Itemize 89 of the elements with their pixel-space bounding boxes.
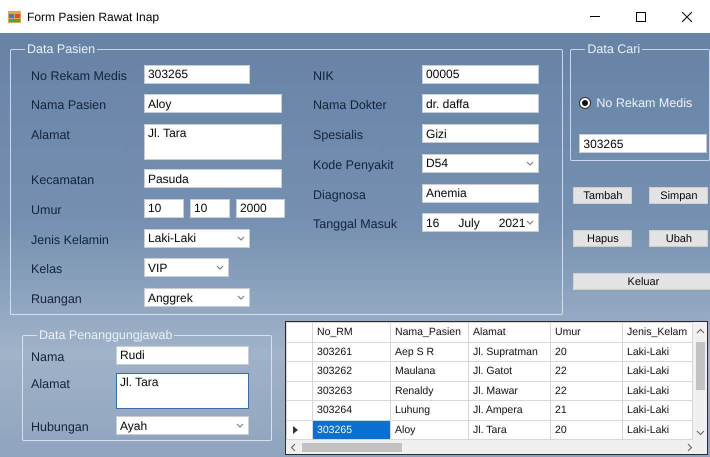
text-area[interactable]: Jl. Tara (144, 124, 282, 160)
column-header: Umur (550, 322, 622, 342)
scroll-thumb[interactable] (696, 342, 704, 390)
table-cell: Jl. Ampera (468, 400, 550, 420)
search-field[interactable]: 303265 (579, 134, 708, 154)
text-field[interactable]: 303265 (144, 64, 250, 84)
column-header: Alamat (468, 322, 550, 342)
text-field[interactable]: Anemia (422, 184, 539, 202)
field-label: Kode Penyakit (313, 156, 395, 174)
table-cell: 303261 (312, 342, 390, 362)
combo-box[interactable]: Anggrek (144, 288, 250, 307)
table-cell: 21 (550, 400, 622, 420)
dropdown-icon[interactable] (237, 295, 245, 300)
text-field[interactable]: Pasuda (144, 169, 282, 188)
scroll-up-icon[interactable] (696, 328, 704, 334)
table-cell: 303264 (312, 400, 390, 420)
date-picker[interactable]: 16 July 2021 (422, 213, 539, 232)
scroll-right-icon[interactable] (687, 442, 693, 452)
combo-box[interactable]: Laki-Laki (144, 228, 250, 248)
table-cell: 303263 (312, 381, 390, 400)
table-cell: 20 (550, 342, 622, 362)
field-label: Kelas (31, 261, 64, 278)
field-label: Ruangan (31, 291, 83, 308)
row-header[interactable] (286, 420, 312, 440)
group-title: Data Cari (586, 43, 642, 56)
app-icon (8, 10, 21, 22)
dropdown-icon[interactable] (526, 160, 534, 166)
field-label: Nama Dokter (313, 97, 388, 114)
dropdown-icon[interactable] (526, 220, 534, 226)
table-cell: Maulana (390, 362, 468, 381)
text-field[interactable]: 00005 (422, 64, 539, 84)
scroll-left-icon[interactable] (290, 442, 296, 452)
text-field[interactable]: 10 (144, 198, 184, 218)
table-cell: Jl. Supratman (468, 342, 550, 362)
table-cell: 22 (550, 362, 622, 381)
field-label: Umur (31, 202, 63, 219)
scroll-down-icon[interactable] (696, 430, 704, 436)
maximize-icon (636, 12, 646, 22)
close-icon (682, 12, 692, 22)
action-button[interactable]: Tambah (573, 187, 632, 204)
dropdown-icon[interactable] (236, 423, 244, 428)
text-field[interactable]: Aloy (144, 94, 282, 114)
group-title: Data Penanggungjawab (38, 329, 174, 342)
text-field[interactable]: Rudi (116, 346, 249, 364)
minimize-icon (590, 16, 600, 17)
text-field[interactable]: dr. daffa (422, 94, 539, 114)
table-cell: 303265 (312, 420, 390, 440)
scroll-thumb[interactable] (302, 442, 402, 452)
text-area[interactable]: Jl. Tara (116, 373, 249, 410)
action-button[interactable]: Ubah (649, 230, 708, 247)
field-label: Jenis Kelamin (31, 232, 110, 248)
group-title: Data Pasien (26, 43, 96, 56)
field-label: NIK (313, 68, 335, 84)
radio-button[interactable] (579, 96, 592, 109)
column-header: Jenis_Kelam (622, 322, 692, 342)
field-label: Kecamatan (31, 172, 96, 189)
table-cell: Jl. Mawar (468, 381, 550, 400)
combo-box[interactable]: D54 (422, 154, 539, 173)
column-header: No_RM (312, 322, 390, 342)
field-label: Alamat (31, 127, 71, 144)
combo-box[interactable]: Ayah (116, 416, 249, 436)
action-button[interactable]: Simpan (649, 187, 708, 204)
vertical-scrollbar[interactable] (693, 322, 707, 440)
field-label: Nama (31, 348, 66, 366)
field-label: No Rekam Medis (31, 68, 128, 84)
table-cell: 303262 (312, 362, 390, 381)
table-cell: Aep S R (390, 342, 468, 362)
current-row-icon (293, 426, 298, 434)
field-label: Hubungan (31, 419, 90, 436)
text-field[interactable]: 10 (190, 198, 230, 218)
horizontal-scrollbar[interactable] (286, 440, 707, 454)
field-label: Nama Pasien (31, 97, 108, 114)
action-button[interactable]: Keluar (573, 273, 710, 290)
table-cell: Jl. Gatot (468, 362, 550, 381)
action-button[interactable]: Hapus (573, 230, 632, 247)
table-cell: Renaldy (390, 381, 468, 400)
text-field[interactable]: Gizi (422, 124, 539, 143)
field-label: Alamat (31, 376, 71, 394)
dropdown-icon[interactable] (237, 236, 245, 240)
field-label: Tanggal Masuk (313, 216, 398, 234)
table-cell: 22 (550, 381, 622, 400)
dropdown-icon[interactable] (216, 265, 224, 270)
combo-box[interactable]: VIP (144, 258, 229, 278)
text-field[interactable]: 2000 (236, 198, 285, 218)
table-cell: Luhung (390, 400, 468, 420)
field-label: Spesialis (313, 127, 364, 144)
column-header: Nama_Pasien (390, 322, 468, 342)
field-label: Diagnosa (313, 186, 367, 204)
window-title: Form Pasien Rawat Inap (27, 8, 160, 26)
